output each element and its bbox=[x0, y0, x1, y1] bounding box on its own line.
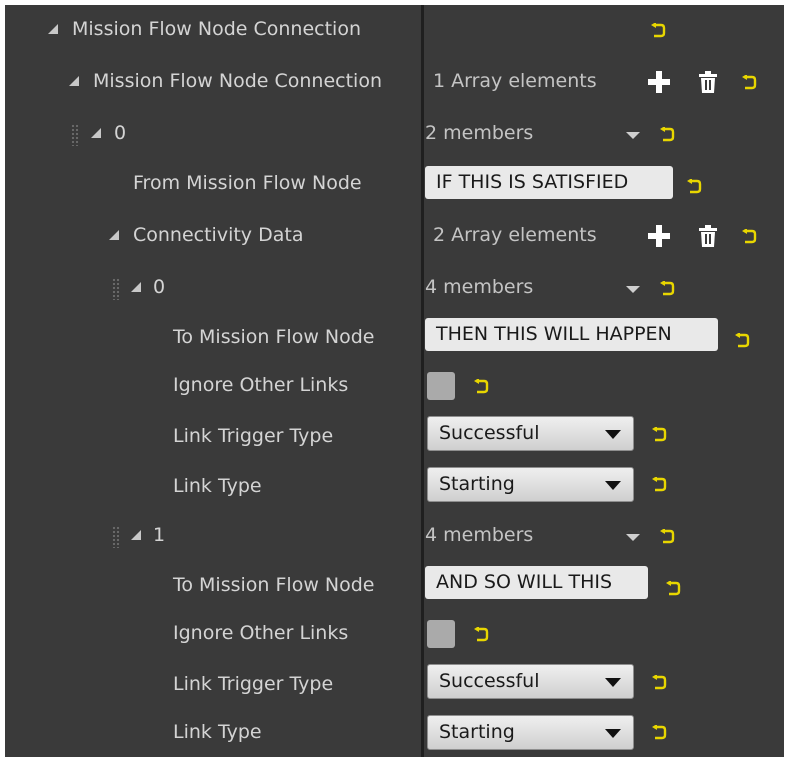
dropdown-arrow-icon bbox=[605, 729, 621, 738]
dropdown-arrow-icon bbox=[605, 481, 621, 490]
expand-triangle-icon[interactable] bbox=[131, 282, 141, 292]
drag-grip-icon[interactable] bbox=[112, 278, 120, 300]
array-count: 1 Array elements bbox=[433, 70, 597, 92]
link-type-select[interactable]: Starting bbox=[427, 715, 634, 750]
ignore-links-label: Ignore Other Links bbox=[173, 622, 349, 644]
trigger-type-value: Successful bbox=[439, 422, 540, 444]
add-element-icon[interactable] bbox=[648, 225, 670, 247]
to-node-label: To Mission Flow Node bbox=[173, 326, 375, 348]
trash-icon[interactable] bbox=[698, 71, 718, 93]
dropdown-arrow-icon bbox=[605, 430, 621, 439]
row-trigger-0: Link Trigger Type Successful bbox=[5, 415, 784, 467]
connectivity-label: Connectivity Data bbox=[133, 224, 304, 246]
dropdown-chevron-icon[interactable] bbox=[626, 534, 640, 541]
reset-to-default-icon[interactable] bbox=[665, 581, 681, 597]
row-connectivity-0: 0 4 members bbox=[5, 263, 784, 315]
add-element-icon[interactable] bbox=[648, 71, 670, 93]
row-connectivity-1: 1 4 members bbox=[5, 511, 784, 563]
row-array: Mission Flow Node Connection 1 Array ele… bbox=[5, 57, 784, 109]
ignore-links-checkbox[interactable] bbox=[427, 372, 455, 400]
to-node-field[interactable]: THEN THIS WILL HAPPEN bbox=[425, 318, 718, 351]
link-type-select[interactable]: Starting bbox=[427, 467, 634, 502]
to-node-label: To Mission Flow Node bbox=[173, 574, 375, 596]
item-index-label: 0 bbox=[153, 276, 166, 298]
details-panel: Mission Flow Node Connection Mission Flo… bbox=[5, 5, 784, 757]
row-ignore-1: Ignore Other Links bbox=[5, 613, 784, 663]
members-count: 4 members bbox=[425, 276, 534, 298]
trigger-type-select[interactable]: Successful bbox=[427, 416, 634, 451]
ignore-links-label: Ignore Other Links bbox=[173, 374, 349, 396]
reset-to-default-icon[interactable] bbox=[651, 725, 667, 741]
drag-grip-icon[interactable] bbox=[112, 526, 120, 548]
row-connectivity: Connectivity Data 2 Array elements bbox=[5, 211, 784, 263]
row-root: Mission Flow Node Connection bbox=[5, 5, 784, 57]
reset-to-default-icon[interactable] bbox=[473, 379, 489, 395]
item-index-label: 0 bbox=[114, 122, 127, 144]
reset-to-default-icon[interactable] bbox=[686, 179, 702, 195]
link-type-label: Link Type bbox=[173, 475, 262, 497]
reset-to-default-icon[interactable] bbox=[734, 333, 750, 349]
reset-to-default-icon[interactable] bbox=[741, 229, 757, 245]
reset-to-default-icon[interactable] bbox=[473, 627, 489, 643]
dropdown-arrow-icon bbox=[605, 678, 621, 687]
array-label: Mission Flow Node Connection bbox=[93, 70, 382, 92]
dropdown-chevron-icon[interactable] bbox=[626, 132, 640, 139]
reset-to-default-icon[interactable] bbox=[651, 427, 667, 443]
drag-grip-icon[interactable] bbox=[71, 124, 79, 146]
row-ignore-0: Ignore Other Links bbox=[5, 365, 784, 415]
reset-to-default-icon[interactable] bbox=[650, 23, 666, 39]
trash-icon[interactable] bbox=[698, 225, 718, 247]
from-node-label: From Mission Flow Node bbox=[133, 172, 362, 194]
row-from-node: From Mission Flow Node IF THIS IS SATISF… bbox=[5, 161, 784, 211]
trigger-type-label: Link Trigger Type bbox=[173, 425, 334, 447]
link-type-value: Starting bbox=[439, 473, 515, 495]
expand-triangle-icon[interactable] bbox=[69, 76, 79, 86]
reset-to-default-icon[interactable] bbox=[659, 127, 675, 143]
members-count: 2 members bbox=[425, 122, 534, 144]
trigger-type-select[interactable]: Successful bbox=[427, 664, 634, 699]
connectivity-count: 2 Array elements bbox=[433, 224, 597, 246]
item-index-label: 1 bbox=[153, 524, 166, 546]
from-node-field[interactable]: IF THIS IS SATISFIED bbox=[425, 166, 673, 199]
expand-triangle-icon[interactable] bbox=[91, 128, 101, 138]
ignore-links-checkbox[interactable] bbox=[427, 620, 455, 648]
row-to-node-1: To Mission Flow Node AND SO WILL THIS bbox=[5, 563, 784, 613]
trigger-type-label: Link Trigger Type bbox=[173, 673, 334, 695]
row-link-type-1: Link Type Starting bbox=[5, 713, 784, 757]
dropdown-chevron-icon[interactable] bbox=[626, 286, 640, 293]
row-to-node-0: To Mission Flow Node THEN THIS WILL HAPP… bbox=[5, 315, 784, 365]
to-node-field[interactable]: AND SO WILL THIS bbox=[425, 566, 648, 599]
expand-triangle-icon[interactable] bbox=[131, 530, 141, 540]
trigger-type-value: Successful bbox=[439, 670, 540, 692]
members-count: 4 members bbox=[425, 524, 534, 546]
row-item-0: 0 2 members bbox=[5, 109, 784, 161]
reset-to-default-icon[interactable] bbox=[651, 477, 667, 493]
reset-to-default-icon[interactable] bbox=[659, 281, 675, 297]
link-type-value: Starting bbox=[439, 721, 515, 743]
link-type-label: Link Type bbox=[173, 721, 262, 743]
row-trigger-1: Link Trigger Type Successful bbox=[5, 663, 784, 715]
expand-triangle-icon[interactable] bbox=[48, 24, 58, 34]
expand-triangle-icon[interactable] bbox=[109, 230, 119, 240]
reset-to-default-icon[interactable] bbox=[741, 75, 757, 91]
root-label: Mission Flow Node Connection bbox=[72, 18, 361, 40]
reset-to-default-icon[interactable] bbox=[659, 529, 675, 545]
reset-to-default-icon[interactable] bbox=[651, 675, 667, 691]
